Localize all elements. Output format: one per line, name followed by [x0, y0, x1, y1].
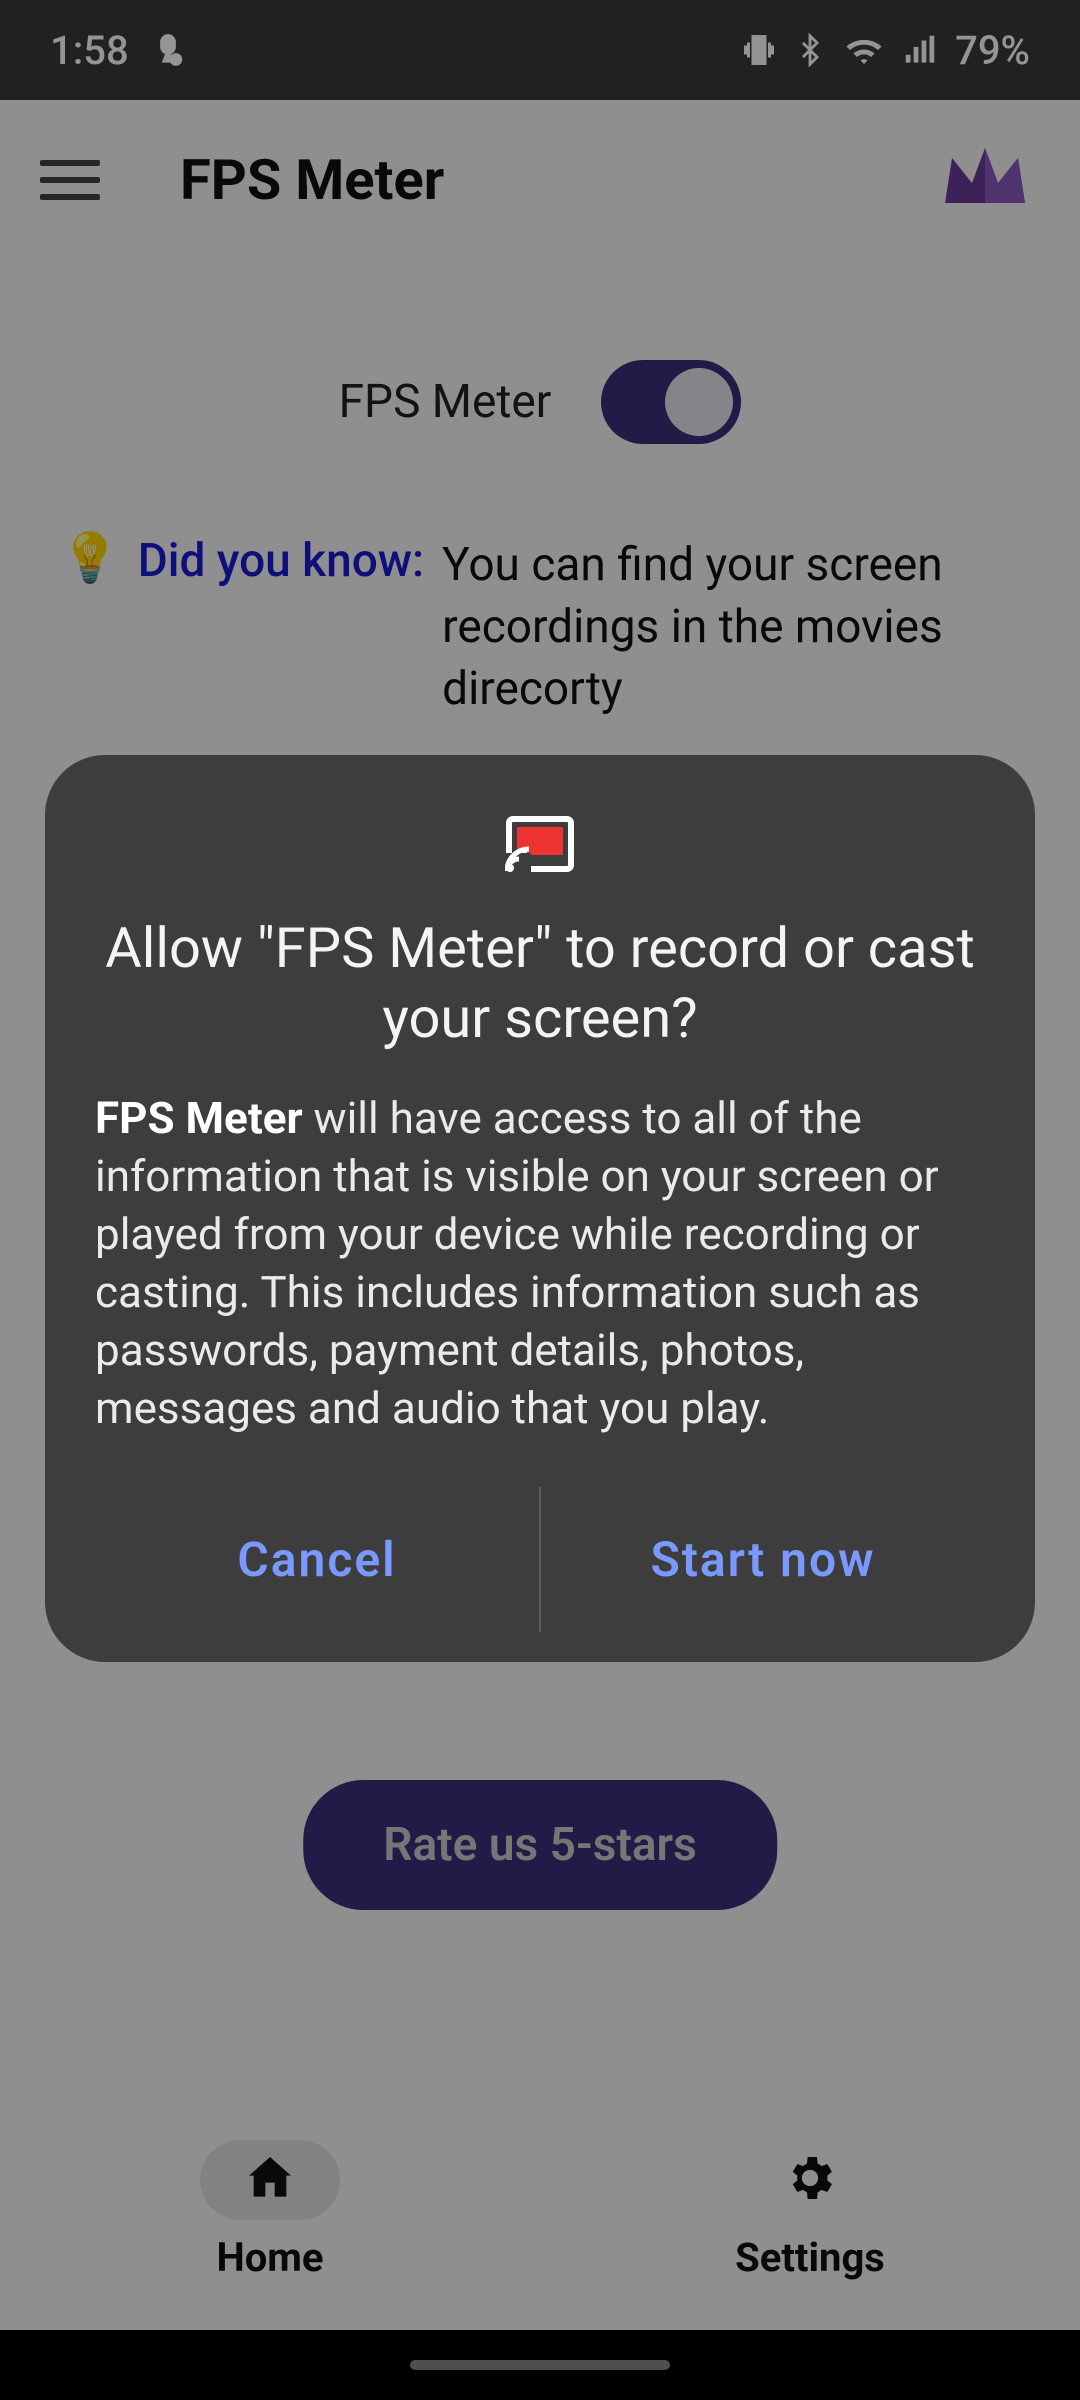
cast-icon — [95, 815, 985, 873]
dialog-actions: Cancel Start now — [95, 1507, 985, 1612]
dialog-app-name: FPS Meter — [95, 1092, 303, 1144]
cancel-button[interactable]: Cancel — [95, 1507, 539, 1612]
screen-capture-dialog: Allow "FPS Meter" to record or cast your… — [45, 755, 1035, 1662]
start-now-button[interactable]: Start now — [541, 1507, 985, 1612]
dialog-title: Allow "FPS Meter" to record or cast your… — [105, 913, 975, 1053]
dialog-body: FPS Meter will have access to all of the… — [95, 1089, 985, 1437]
